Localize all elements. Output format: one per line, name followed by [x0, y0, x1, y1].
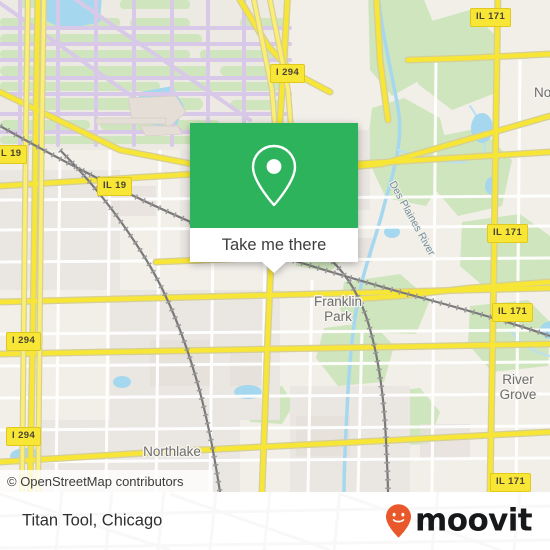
location-title: Titan Tool, Chicago [22, 511, 163, 530]
route-shield[interactable]: IL 19 [0, 145, 28, 164]
take-me-there-callout[interactable]: Take me there [190, 123, 358, 273]
attribution-text: © OpenStreetMap contributors [7, 473, 184, 489]
map-pin-icon [251, 144, 297, 206]
map-canvas[interactable]: IL 171 I 294 IL 19 IL 19 IL 171 IL 171 I… [0, 0, 550, 492]
callout-header [190, 123, 358, 228]
moovit-map-screenshot: IL 171 I 294 IL 19 IL 19 IL 171 IL 171 I… [0, 0, 550, 550]
callout-action-label: Take me there [221, 235, 327, 254]
callout-action[interactable]: Take me there [190, 228, 358, 262]
route-shield[interactable]: I 294 [270, 64, 306, 83]
moovit-pin-smiley-icon [386, 504, 412, 538]
callout-pointer-tail [262, 262, 286, 273]
route-shield[interactable]: I 294 [6, 427, 42, 446]
route-shield[interactable]: IL 171 [490, 473, 532, 492]
route-shield[interactable]: I 294 [6, 332, 42, 351]
route-shield[interactable]: IL 171 [487, 224, 529, 243]
route-shield[interactable]: IL 171 [492, 303, 534, 322]
osm-attribution[interactable]: © OpenStreetMap contributors [0, 470, 213, 492]
moovit-wordmark: moovit [415, 502, 533, 539]
moovit-logo[interactable]: moovit [385, 502, 533, 539]
footer-bar: Titan Tool, Chicago moovit [0, 492, 550, 550]
route-shield[interactable]: IL 19 [97, 177, 133, 196]
route-shield[interactable]: IL 171 [470, 8, 512, 27]
